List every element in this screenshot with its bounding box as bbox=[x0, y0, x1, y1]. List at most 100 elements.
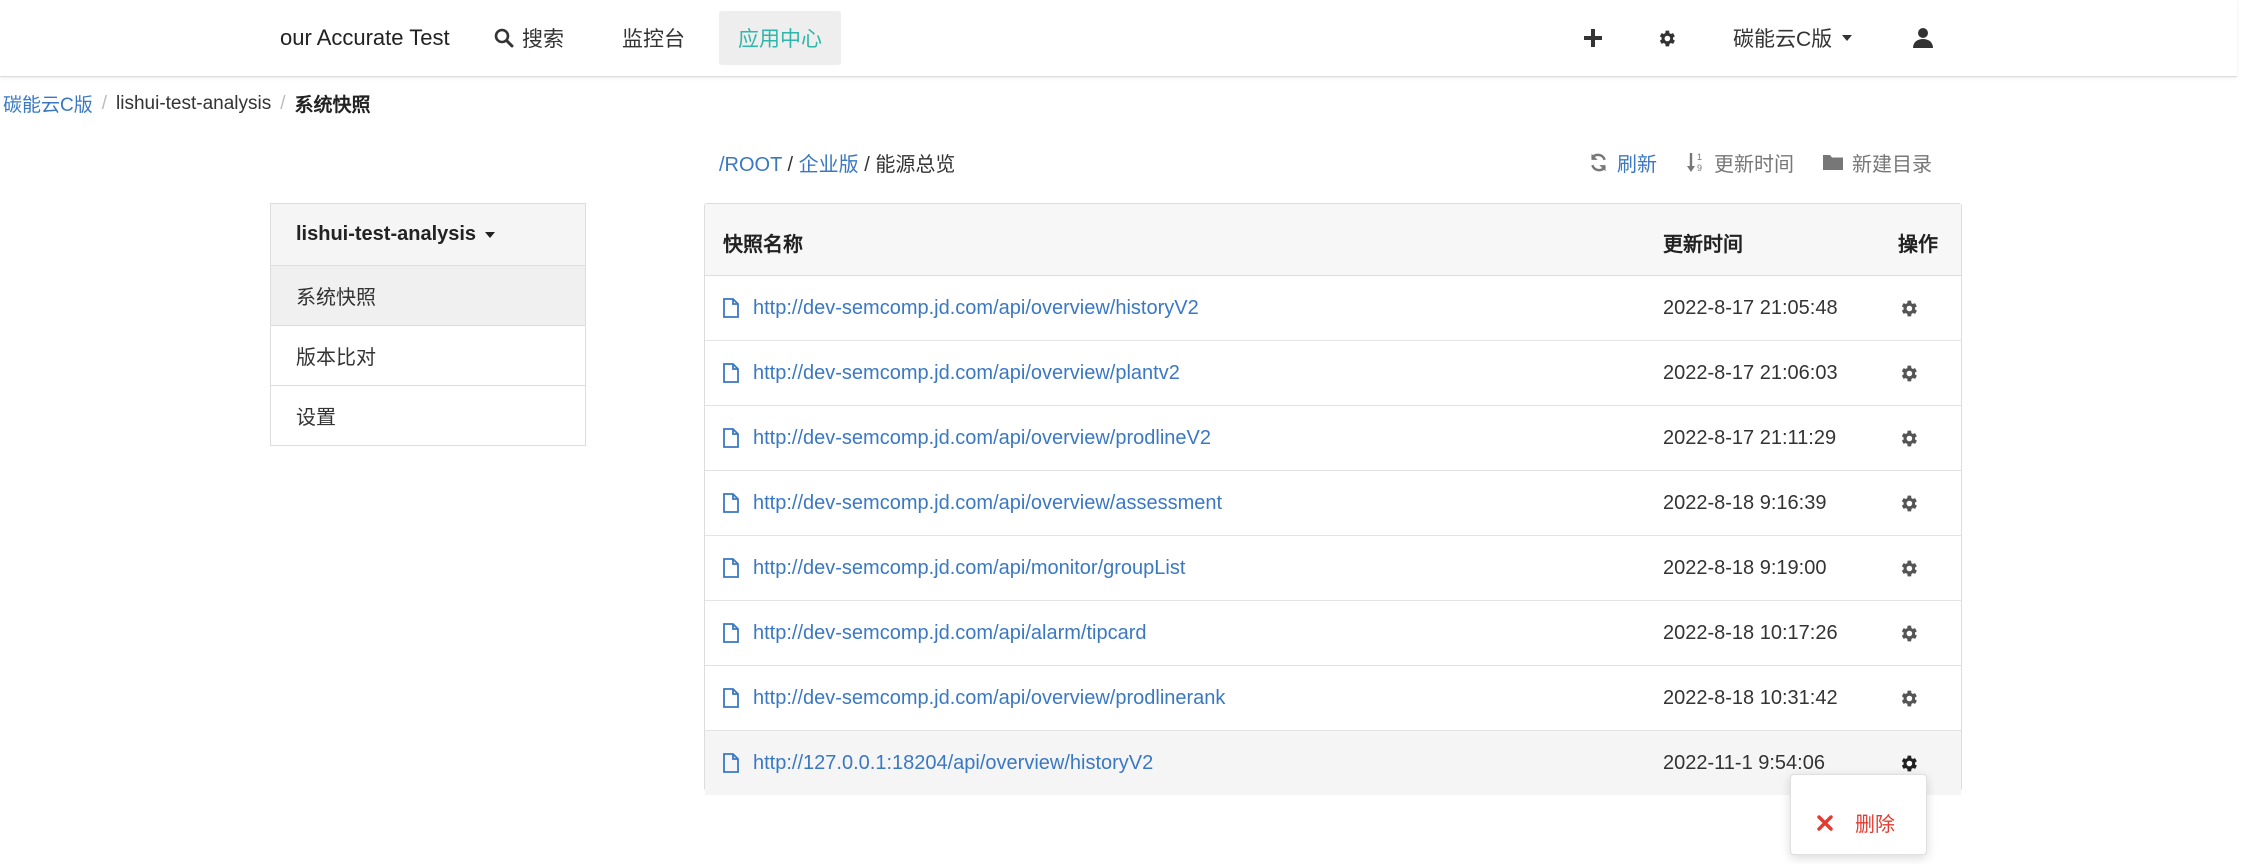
gear-icon bbox=[1901, 365, 1917, 381]
svg-text:9: 9 bbox=[1697, 163, 1702, 173]
file-icon bbox=[723, 298, 739, 318]
side-panel: lishui-test-analysis 系统快照 版本比对 设置 bbox=[270, 203, 586, 446]
table-row: http://dev-semcomp.jd.com/api/monitor/gr… bbox=[705, 536, 1961, 601]
side-item-compare[interactable]: 版本比对 bbox=[271, 326, 585, 386]
snapshot-table: 快照名称 更新时间 操作 http://dev-semcomp.jd.com/a… bbox=[704, 203, 1962, 795]
snapshot-link[interactable]: http://dev-semcomp.jd.com/api/overview/h… bbox=[753, 297, 1199, 320]
file-icon bbox=[723, 623, 739, 643]
project-name: lishui-test-analysis bbox=[296, 223, 477, 245]
row-settings-button[interactable] bbox=[1898, 666, 1919, 730]
sort-by-time-button[interactable]: 1 9 更新时间 bbox=[1686, 146, 1794, 178]
row-settings-button[interactable] bbox=[1898, 536, 1919, 600]
breadcrumb-current: 系统快照 bbox=[294, 95, 371, 116]
path-current: 能源总览 bbox=[875, 154, 956, 176]
refresh-label: 刷新 bbox=[1617, 153, 1657, 176]
gear-icon bbox=[1901, 690, 1917, 706]
nav-search[interactable]: 搜索 bbox=[494, 0, 564, 76]
snapshot-name-cell: http://dev-semcomp.jd.com/api/overview/p… bbox=[723, 666, 1225, 730]
update-time-cell: 2022-8-18 10:31:42 bbox=[1663, 686, 1838, 709]
path-separator: / bbox=[864, 154, 870, 176]
snapshot-name-cell: http://dev-semcomp.jd.com/api/overview/p… bbox=[723, 341, 1180, 405]
tenant-label: 碳能云C版 bbox=[1733, 28, 1833, 51]
snapshot-name-cell: http://dev-semcomp.jd.com/api/overview/a… bbox=[723, 471, 1222, 535]
gear-icon bbox=[1901, 755, 1917, 771]
breadcrumb-separator: / bbox=[280, 92, 286, 114]
gear-icon bbox=[1901, 300, 1917, 316]
snapshot-link[interactable]: http://dev-semcomp.jd.com/api/overview/a… bbox=[753, 492, 1222, 515]
table-row: http://dev-semcomp.jd.com/api/overview/p… bbox=[705, 666, 1961, 731]
breadcrumb-separator: / bbox=[101, 92, 108, 114]
close-icon bbox=[1817, 814, 1833, 831]
file-icon bbox=[723, 753, 739, 773]
snapshot-link[interactable]: http://dev-semcomp.jd.com/api/overview/p… bbox=[753, 687, 1225, 710]
breadcrumb: 碳能云C版 / lishui-test-analysis / 系统快照 bbox=[3, 90, 371, 117]
snapshot-name-cell: http://dev-semcomp.jd.com/api/alarm/tipc… bbox=[723, 601, 1147, 665]
delete-label: 删除 bbox=[1855, 814, 1895, 836]
search-icon bbox=[494, 28, 514, 48]
gear-icon bbox=[1901, 430, 1917, 446]
update-time-cell: 2022-8-17 21:05:48 bbox=[1663, 296, 1838, 319]
table-row: http://dev-semcomp.jd.com/api/overview/h… bbox=[705, 276, 1961, 341]
add-button[interactable] bbox=[1583, 0, 1603, 76]
sort-icon: 1 9 bbox=[1687, 152, 1702, 173]
table-row: http://dev-semcomp.jd.com/api/overview/p… bbox=[705, 406, 1961, 471]
header-op: 操作 bbox=[1898, 234, 1938, 256]
side-item-settings[interactable]: 设置 bbox=[271, 386, 585, 445]
update-time-cell: 2022-8-17 21:06:03 bbox=[1663, 361, 1838, 384]
nav-app-center[interactable]: 应用中心 bbox=[719, 11, 841, 65]
file-icon bbox=[723, 558, 739, 578]
user-menu[interactable] bbox=[1912, 0, 1934, 76]
gear-icon bbox=[1659, 30, 1675, 46]
new-folder-label: 新建目录 bbox=[1852, 153, 1932, 176]
side-item-snapshot[interactable]: 系统快照 bbox=[271, 266, 585, 326]
plus-icon bbox=[1584, 29, 1602, 47]
new-folder-button[interactable]: 新建目录 bbox=[1822, 146, 1932, 178]
row-settings-button[interactable] bbox=[1898, 341, 1919, 405]
file-icon bbox=[723, 428, 739, 448]
snapshot-link[interactable]: http://dev-semcomp.jd.com/api/overview/p… bbox=[753, 427, 1211, 450]
update-time-cell: 2022-8-17 21:11:29 bbox=[1663, 426, 1837, 449]
breadcrumb-tenant[interactable]: 碳能云C版 bbox=[3, 90, 93, 117]
row-settings-button[interactable] bbox=[1898, 601, 1919, 665]
path-root[interactable]: /ROOT bbox=[719, 154, 782, 176]
path-separator: / bbox=[787, 154, 794, 176]
settings-button[interactable] bbox=[1656, 0, 1677, 76]
header-name: 快照名称 bbox=[723, 234, 803, 256]
file-icon bbox=[723, 493, 739, 513]
refresh-button[interactable]: 刷新 bbox=[1588, 146, 1657, 178]
snapshot-link[interactable]: http://127.0.0.1:18204/api/overview/hist… bbox=[753, 752, 1153, 775]
table-body: http://dev-semcomp.jd.com/api/overview/h… bbox=[705, 276, 1961, 795]
update-time-cell: 2022-8-18 9:19:00 bbox=[1663, 556, 1827, 579]
row-settings-button[interactable] bbox=[1898, 276, 1919, 340]
snapshot-link[interactable]: http://dev-semcomp.jd.com/api/alarm/tipc… bbox=[753, 622, 1147, 645]
delete-menu-item[interactable]: 删除 bbox=[1817, 808, 1895, 837]
gear-icon bbox=[1901, 560, 1917, 576]
brand-title[interactable]: our Accurate Test bbox=[280, 0, 450, 76]
user-icon bbox=[1913, 28, 1933, 48]
snapshot-name-cell: http://dev-semcomp.jd.com/api/overview/h… bbox=[723, 276, 1199, 340]
file-icon bbox=[723, 363, 739, 383]
project-dropdown[interactable]: lishui-test-analysis bbox=[271, 204, 585, 266]
sort-time-label: 更新时间 bbox=[1714, 153, 1794, 176]
file-icon bbox=[723, 688, 739, 708]
chevron-down-icon bbox=[1842, 35, 1853, 41]
path-enterprise[interactable]: 企业版 bbox=[799, 154, 859, 176]
nav-search-label: 搜索 bbox=[522, 28, 564, 51]
nav-console[interactable]: 监控台 bbox=[622, 0, 685, 76]
snapshot-name-cell: http://dev-semcomp.jd.com/api/overview/p… bbox=[723, 406, 1211, 470]
row-settings-button[interactable] bbox=[1898, 406, 1919, 470]
top-navbar: our Accurate Test 搜索 监控台 应用中心 碳能云C版 bbox=[0, 0, 2237, 77]
tenant-dropdown[interactable]: 碳能云C版 bbox=[1733, 0, 1853, 76]
table-header: 快照名称 更新时间 操作 bbox=[705, 204, 1961, 276]
update-time-cell: 2022-8-18 10:17:26 bbox=[1663, 621, 1838, 644]
row-action-menu: 删除 bbox=[1790, 774, 1927, 855]
breadcrumb-project[interactable]: lishui-test-analysis bbox=[116, 93, 271, 115]
refresh-icon bbox=[1591, 153, 1606, 171]
snapshot-link[interactable]: http://dev-semcomp.jd.com/api/overview/p… bbox=[753, 362, 1180, 385]
row-settings-button[interactable] bbox=[1898, 471, 1919, 535]
header-time: 更新时间 bbox=[1663, 234, 1743, 256]
gear-icon bbox=[1901, 625, 1917, 641]
table-row: http://dev-semcomp.jd.com/api/alarm/tipc… bbox=[705, 601, 1961, 666]
snapshot-link[interactable]: http://dev-semcomp.jd.com/api/monitor/gr… bbox=[753, 557, 1185, 580]
table-row: http://127.0.0.1:18204/api/overview/hist… bbox=[705, 731, 1961, 795]
